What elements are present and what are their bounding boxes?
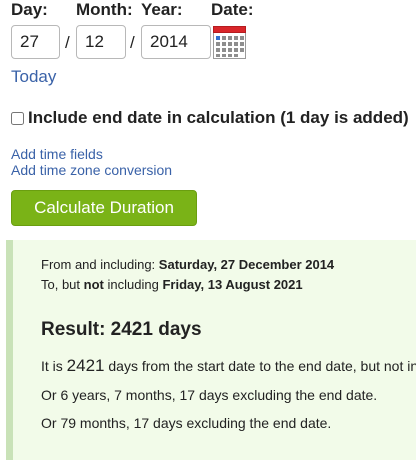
- result-months-days: Or 79 months, 17 days excluding the end …: [41, 415, 332, 431]
- date-separator: /: [65, 33, 70, 52]
- today-link[interactable]: Today: [11, 67, 56, 87]
- day-input[interactable]: [11, 25, 60, 59]
- include-end-date-checkbox[interactable]: [11, 111, 24, 125]
- result-heading: Result: 2421 days: [41, 319, 202, 340]
- to-date: Friday, 13 August 2021: [162, 277, 303, 292]
- add-timezone-link[interactable]: Add time zone conversion: [11, 162, 172, 178]
- date-duration-calculator: Day: Month: Year: Date: / / Today Includ…: [0, 0, 416, 460]
- to-not: not: [83, 277, 104, 292]
- to-prefix: To, but: [41, 277, 81, 292]
- date-separator: /: [130, 33, 135, 52]
- from-line: From and including: Saturday, 27 Decembe…: [41, 257, 334, 272]
- result-summary: It is 2421 days from the start date to t…: [41, 356, 416, 376]
- to-line: To, but not including Friday, 13 August …: [41, 277, 303, 292]
- calculate-duration-button[interactable]: Calculate Duration: [11, 190, 197, 226]
- include-end-date-option[interactable]: Include end date in calculation (1 day i…: [11, 108, 409, 128]
- add-time-fields-link[interactable]: Add time fields: [11, 146, 103, 162]
- date-label: Date:: [211, 0, 254, 19]
- month-label: Month:: [76, 0, 133, 19]
- from-date: Saturday, 27 December 2014: [158, 257, 335, 272]
- include-end-date-label: Include end date in calculation (1 day i…: [28, 108, 409, 127]
- day-label: Day:: [11, 0, 48, 19]
- summary-days: 2421: [66, 356, 105, 375]
- summary-suffix: days from the start date to the end date…: [108, 358, 416, 374]
- month-input[interactable]: [76, 25, 126, 59]
- year-input[interactable]: [141, 25, 211, 59]
- calendar-icon[interactable]: [213, 26, 246, 59]
- result-years-months-days: Or 6 years, 7 months, 17 days excluding …: [41, 387, 378, 403]
- from-prefix: From and including:: [41, 257, 156, 272]
- result-panel: From and including: Saturday, 27 Decembe…: [6, 240, 416, 460]
- year-label: Year:: [141, 0, 183, 19]
- to-including: including: [107, 277, 159, 292]
- summary-prefix: It is: [41, 358, 63, 374]
